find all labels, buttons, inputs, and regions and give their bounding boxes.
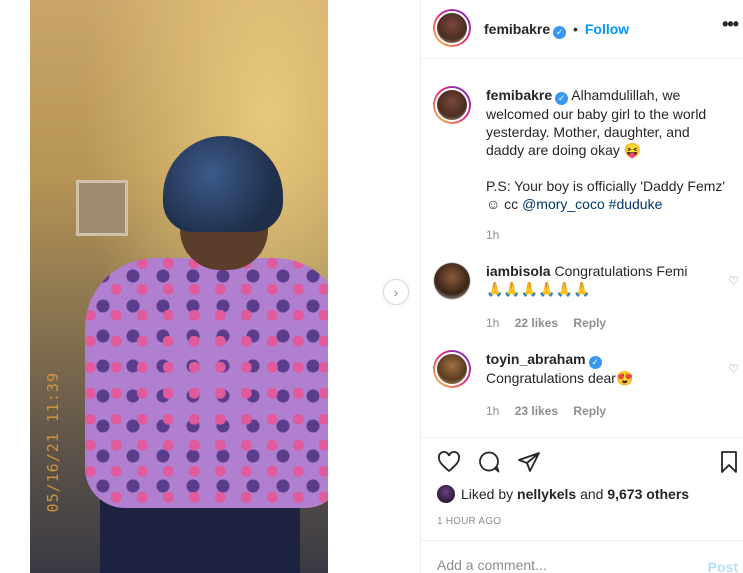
like-comment-heart-icon[interactable]: ♡ bbox=[728, 362, 739, 376]
reply-button[interactable]: Reply bbox=[573, 316, 606, 330]
comment-body: iambisola Congratulations Femi 🙏🙏🙏🙏🙏🙏 bbox=[486, 262, 708, 298]
comment-body: toyin_abraham ✓ Congratulations dear😍 bbox=[486, 350, 708, 387]
likes-count[interactable]: 9,673 others bbox=[607, 486, 689, 502]
comment-text: Congratulations dear😍 bbox=[486, 370, 634, 386]
next-media-button[interactable]: › bbox=[383, 279, 409, 305]
post-header: femibakre ✓ • Follow ••• bbox=[421, 0, 743, 59]
likes-prefix: Liked by bbox=[461, 486, 518, 502]
chevron-right-icon: › bbox=[393, 284, 399, 300]
header-user-line: femibakre ✓ • Follow bbox=[484, 21, 629, 39]
post-timestamp[interactable]: 1 HOUR AGO bbox=[437, 516, 501, 527]
likes-connector: and bbox=[576, 486, 608, 502]
post-comment-button[interactable]: Post bbox=[708, 559, 738, 573]
mention-link[interactable]: @mory_coco bbox=[522, 196, 605, 212]
media-pane: 05/16/21 11:39 bbox=[0, 0, 420, 573]
photo-subject-shirt bbox=[85, 258, 328, 508]
caption-username[interactable]: femibakre bbox=[486, 87, 552, 103]
more-options-icon[interactable]: ••• bbox=[722, 14, 739, 35]
comment-likes[interactable]: 23 likes bbox=[515, 404, 558, 418]
comment-meta: 1h 22 likes Reply bbox=[486, 316, 618, 330]
post-details-pane: femibakre ✓ • Follow ••• femibakre ✓ Alham… bbox=[420, 0, 743, 573]
photo-date-stamp: 05/16/21 11:39 bbox=[44, 372, 62, 513]
caption-time[interactable]: 1h bbox=[486, 228, 499, 242]
comment-username[interactable]: iambisola bbox=[486, 263, 551, 279]
follow-button[interactable]: Follow bbox=[585, 21, 629, 37]
avatar[interactable] bbox=[437, 485, 455, 503]
verified-icon: ✓ bbox=[588, 356, 602, 369]
comment-time[interactable]: 1h bbox=[486, 404, 499, 418]
verified-icon: ✓ bbox=[553, 26, 567, 39]
comment-username[interactable]: toyin_abraham bbox=[486, 351, 586, 367]
caption-meta: 1h bbox=[486, 228, 511, 242]
comment-likes[interactable]: 22 likes bbox=[515, 316, 558, 330]
hashtag-link[interactable]: #duduke bbox=[609, 196, 663, 212]
avatar[interactable] bbox=[433, 262, 471, 300]
comment-input[interactable] bbox=[437, 557, 687, 573]
comment-bubble-icon[interactable] bbox=[477, 450, 501, 474]
wall-picture-frame bbox=[76, 180, 128, 236]
avatar[interactable] bbox=[433, 350, 471, 388]
comments-list[interactable]: femibakre ✓ Alhamdulillah, we welcomed ou… bbox=[421, 60, 743, 438]
avatar[interactable] bbox=[433, 9, 471, 47]
add-comment-bar: Post bbox=[421, 540, 743, 573]
verified-icon: ✓ bbox=[555, 92, 569, 105]
heart-icon[interactable] bbox=[437, 450, 461, 474]
paper-plane-icon[interactable] bbox=[517, 450, 541, 474]
comment-time[interactable]: 1h bbox=[486, 316, 499, 330]
caption-body: femibakre ✓ Alhamdulillah, we welcomed ou… bbox=[486, 86, 726, 213]
likes-summary: Liked by nellykels and 9,673 others bbox=[437, 485, 689, 503]
bookmark-icon[interactable] bbox=[717, 450, 741, 474]
action-bar bbox=[421, 438, 743, 488]
comment-meta: 1h 23 likes Reply bbox=[486, 404, 618, 418]
avatar[interactable] bbox=[433, 86, 471, 124]
post-photo[interactable]: 05/16/21 11:39 bbox=[30, 0, 328, 573]
reply-button[interactable]: Reply bbox=[573, 404, 606, 418]
separator-dot: • bbox=[573, 21, 578, 37]
liked-by-user[interactable]: nellykels bbox=[517, 486, 576, 502]
header-username[interactable]: femibakre bbox=[484, 21, 550, 37]
like-comment-heart-icon[interactable]: ♡ bbox=[728, 274, 739, 288]
